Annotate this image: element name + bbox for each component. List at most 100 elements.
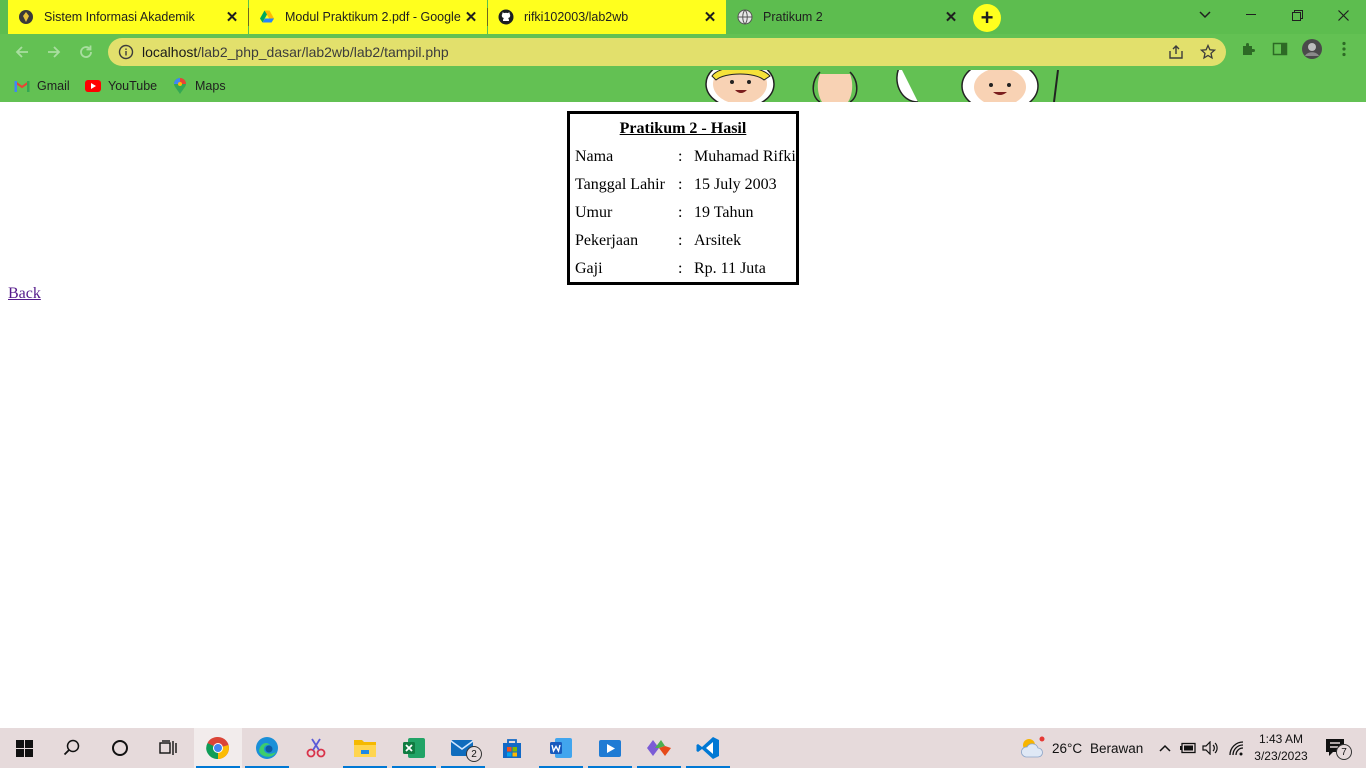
extensions-icon[interactable] xyxy=(1237,38,1259,60)
system-clock[interactable]: 1:43 AM 3/23/2023 xyxy=(1250,731,1312,765)
notification-badge: 7 xyxy=(1336,744,1352,760)
taskbar: 2 26°C Berawan 1:43 AM 3/23/2023 7 xyxy=(0,728,1366,768)
weather-condition[interactable]: Berawan xyxy=(1090,741,1143,756)
share-icon[interactable] xyxy=(1168,44,1184,60)
row-tanggal-lahir: Tanggal Lahir : 15 July 2003 xyxy=(575,176,795,198)
field-value: 15 July 2003 xyxy=(694,176,777,193)
media-player-icon[interactable] xyxy=(586,728,634,768)
network-icon[interactable] xyxy=(1226,728,1248,768)
url-text: localhost/lab2_php_dasar/lab2wb/lab2/tam… xyxy=(142,44,449,60)
back-link[interactable]: Back xyxy=(8,285,41,303)
new-tab-button[interactable]: + xyxy=(973,4,1001,32)
word-icon[interactable] xyxy=(537,728,585,768)
mail-badge: 2 xyxy=(466,746,482,762)
field-value: Arsitek xyxy=(694,232,742,249)
chrome-icon[interactable] xyxy=(194,728,242,768)
close-window-button[interactable] xyxy=(1320,0,1366,30)
close-icon[interactable]: ✕ xyxy=(941,7,961,27)
bookmark-star-icon[interactable] xyxy=(1200,44,1216,60)
university-logo-icon xyxy=(18,9,34,25)
bookmark-youtube[interactable]: YouTube xyxy=(85,77,157,95)
notification-center-icon[interactable]: 7 xyxy=(1316,728,1356,768)
field-label: Tanggal Lahir xyxy=(575,176,665,193)
row-gaji: Gaji : Rp. 11 Juta xyxy=(575,260,795,282)
volume-icon[interactable] xyxy=(1200,728,1222,768)
mail-icon[interactable]: 2 xyxy=(439,728,487,768)
back-arrow-icon[interactable] xyxy=(8,38,36,66)
cortana-icon[interactable] xyxy=(96,728,144,768)
field-label: Umur xyxy=(575,204,613,221)
clock-date: 3/23/2023 xyxy=(1254,749,1308,763)
theme-artwork xyxy=(705,70,1059,102)
google-drive-icon xyxy=(259,9,275,25)
tab-modul-praktikum[interactable]: Modul Praktikum 2.pdf - Google ✕ xyxy=(249,0,487,34)
result-table: Pratikum 2 - Hasil Nama : Muhamad Rifki … xyxy=(567,111,799,285)
bookmarks-bar: Gmail YouTube Maps xyxy=(0,70,1366,102)
profile-avatar[interactable] xyxy=(1301,38,1323,60)
maps-icon xyxy=(172,78,188,94)
search-icon[interactable] xyxy=(48,728,96,768)
restore-button[interactable] xyxy=(1274,0,1320,30)
chevron-up-icon[interactable] xyxy=(1154,728,1176,768)
close-icon[interactable]: ✕ xyxy=(222,7,242,27)
row-pekerjaan: Pekerjaan : Arsitek xyxy=(575,232,795,254)
tab-strip: Sistem Informasi Akademik ✕ Modul Prakti… xyxy=(0,0,1366,34)
field-label: Nama xyxy=(575,148,614,165)
tab-github-repo[interactable]: rifki102003/lab2wb ✕ xyxy=(488,0,726,34)
browser-toolbar: localhost/lab2_php_dasar/lab2wb/lab2/tam… xyxy=(0,34,1366,70)
clock-time: 1:43 AM xyxy=(1258,732,1304,746)
field-value: Rp. 11 Juta xyxy=(694,260,766,277)
menu-icon[interactable] xyxy=(1333,38,1355,60)
tab-title: rifki102003/lab2wb xyxy=(524,10,629,24)
reload-icon[interactable] xyxy=(72,38,100,66)
field-label: Gaji xyxy=(575,260,603,277)
separator: : xyxy=(678,204,683,221)
forward-arrow-icon[interactable] xyxy=(40,38,68,66)
tab-title: Sistem Informasi Akademik xyxy=(44,10,195,24)
bookmark-gmail[interactable]: Gmail xyxy=(14,77,70,95)
bookmark-label: YouTube xyxy=(108,79,158,93)
youtube-icon xyxy=(85,78,101,94)
close-icon[interactable]: ✕ xyxy=(700,7,720,27)
gmail-icon xyxy=(14,78,30,94)
separator: : xyxy=(678,176,683,193)
close-icon[interactable]: ✕ xyxy=(461,7,481,27)
battery-icon[interactable] xyxy=(1178,728,1200,768)
tab-title: Pratikum 2 xyxy=(763,10,823,24)
tab-pratikum-2[interactable]: Pratikum 2 ✕ xyxy=(727,0,967,34)
site-info-icon[interactable] xyxy=(118,44,134,60)
windows-start-icon[interactable] xyxy=(0,728,48,768)
globe-icon xyxy=(737,9,753,25)
tab-search-button[interactable] xyxy=(1182,0,1228,30)
task-view-icon[interactable] xyxy=(144,728,192,768)
tab-title: Modul Praktikum 2.pdf - Google xyxy=(285,10,461,24)
field-value: Muhamad Rifki xyxy=(694,148,796,165)
git-icon[interactable] xyxy=(635,728,683,768)
field-value: 19 Tahun xyxy=(694,204,754,221)
row-umur: Umur : 19 Tahun xyxy=(575,204,795,226)
url-host: localhost xyxy=(142,44,198,60)
minimize-button[interactable] xyxy=(1228,0,1274,30)
table-title: Pratikum 2 - Hasil xyxy=(619,120,747,137)
weather-icon[interactable] xyxy=(1012,728,1052,768)
github-icon xyxy=(498,9,514,25)
weather-temp[interactable]: 26°C xyxy=(1052,741,1082,756)
tab-sistem-informasi[interactable]: Sistem Informasi Akademik ✕ xyxy=(8,0,248,34)
snipping-tool-icon[interactable] xyxy=(292,728,340,768)
url-path: /lab2_php_dasar/lab2wb/lab2/tampil.php xyxy=(197,44,449,60)
address-bar[interactable]: localhost/lab2_php_dasar/lab2wb/lab2/tam… xyxy=(108,38,1226,66)
separator: : xyxy=(678,260,683,277)
bookmark-maps[interactable]: Maps xyxy=(172,77,226,95)
field-label: Pekerjaan xyxy=(575,232,639,249)
bookmark-label: Gmail xyxy=(37,79,70,93)
separator: : xyxy=(678,232,683,249)
side-panel-icon[interactable] xyxy=(1269,38,1291,60)
edge-icon[interactable] xyxy=(243,728,291,768)
separator: : xyxy=(678,148,683,165)
row-nama: Nama : Muhamad Rifki xyxy=(575,148,796,170)
vscode-icon[interactable] xyxy=(684,728,732,768)
file-explorer-icon[interactable] xyxy=(341,728,389,768)
store-icon[interactable] xyxy=(488,728,536,768)
excel-icon[interactable] xyxy=(390,728,438,768)
bookmark-label: Maps xyxy=(195,79,226,93)
